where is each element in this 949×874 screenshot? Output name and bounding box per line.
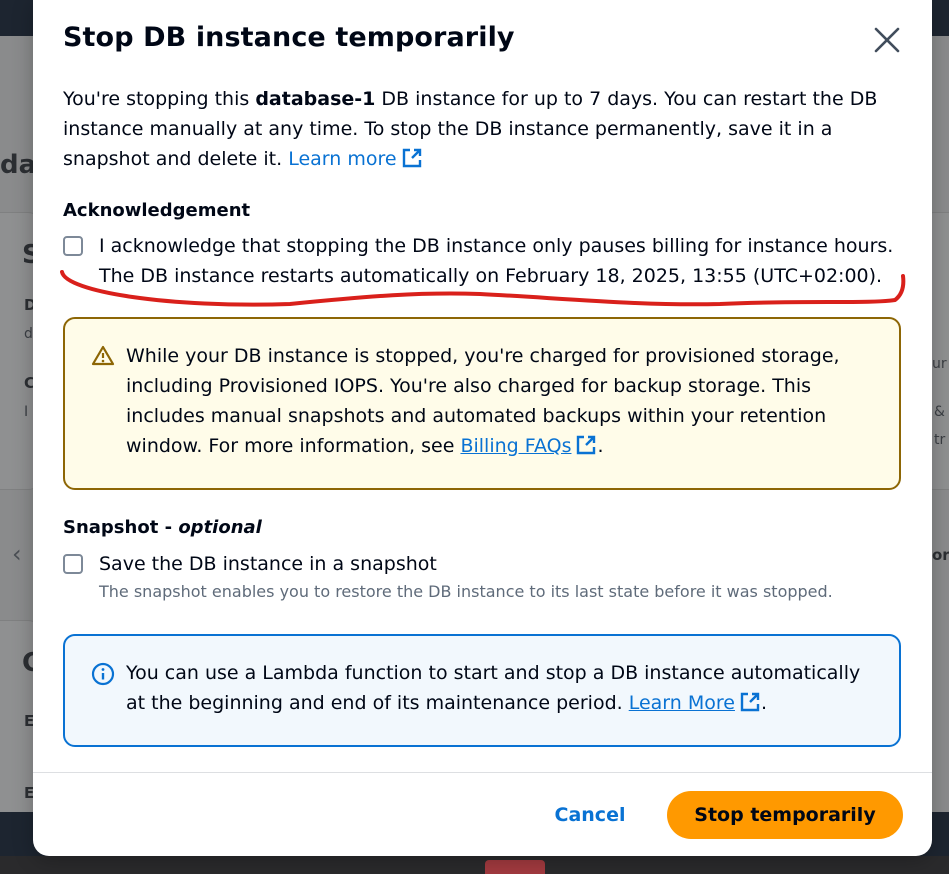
background-text-fragment: tr [934,432,946,448]
snapshot-description: The snapshot enables you to restore the … [99,582,833,601]
lambda-learn-more-label: Learn More [628,692,735,714]
snapshot-checkbox-label: Save the DB instance in a snapshot [99,553,437,575]
close-icon [874,27,900,53]
learn-more-link[interactable]: Learn more [288,148,422,170]
taskbar-app-icon [485,860,545,874]
background-text-fragment: da [0,150,37,180]
stop-instance-modal: Stop DB instance temporarily You're stop… [33,0,932,856]
learn-more-label: Learn more [288,148,397,170]
background-text-fragment: I [24,404,29,420]
warning-suffix: . [597,435,604,457]
modal-header: Stop DB instance temporarily [63,22,903,58]
acknowledgement-heading: Acknowledgement [63,200,251,221]
warning-icon [91,345,115,366]
external-link-icon [577,435,596,455]
snapshot-heading-text: Snapshot - [63,517,179,538]
modal-title: Stop DB instance temporarily [63,22,515,53]
external-link-icon [740,692,760,712]
billing-faqs-link[interactable]: Billing FAQs [460,435,597,457]
background-text-fragment: d [24,326,33,342]
snapshot-checkbox[interactable] [63,554,83,574]
warning-alert: While your DB instance is stopped, you'r… [63,317,901,490]
acknowledgement-text: I acknowledge that stopping the DB insta… [99,231,899,291]
os-taskbar [0,856,949,874]
acknowledgement-line: The DB instance restarts automatically o… [99,265,883,287]
background-chevron-left-icon: ‹ [12,540,22,568]
acknowledgement-line: I acknowledge that stopping the DB insta… [99,235,894,257]
info-alert: You can use a Lambda function to start a… [63,634,901,747]
footer-divider [33,772,932,773]
stop-temporarily-button[interactable]: Stop temporarily [667,791,903,839]
info-text: You can use a Lambda function to start a… [126,658,866,718]
background-text-fragment: or [932,546,949,564]
external-link-icon [402,148,421,168]
info-suffix: . [760,692,767,714]
modal-intro-text: You're stopping this database-1 DB insta… [63,84,893,174]
snapshot-heading: Snapshot - optional [63,517,262,538]
warning-text: While your DB instance is stopped, you'r… [126,341,866,461]
intro-text-part: You're stopping this [63,88,256,110]
cancel-button[interactable]: Cancel [540,792,640,838]
acknowledgement-checkbox[interactable] [63,236,83,256]
info-icon [91,662,115,686]
background-text-fragment: & [934,404,945,420]
db-instance-name: database-1 [255,88,376,110]
background-text-fragment: ur [932,356,947,372]
billing-faqs-label: Billing FAQs [460,435,572,457]
close-button[interactable] [871,24,903,56]
optional-label: optional [178,517,262,538]
lambda-learn-more-link[interactable]: Learn More [629,692,761,714]
